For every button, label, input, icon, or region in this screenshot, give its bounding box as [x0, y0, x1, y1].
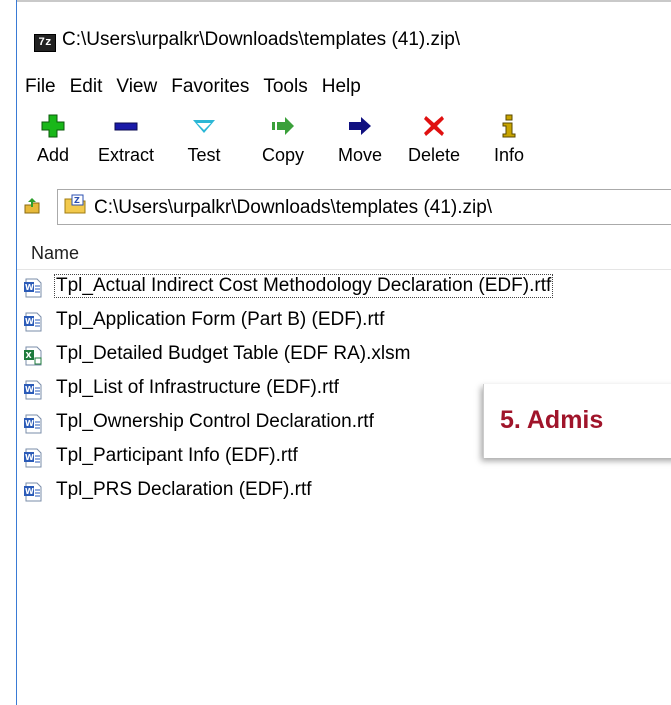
add-label: Add: [36, 145, 70, 165]
svg-text:Z: Z: [74, 196, 80, 205]
svg-text:W: W: [25, 487, 34, 496]
file-name: Tpl_Detailed Budget Table (EDF RA).xlsm: [56, 343, 411, 364]
excel-doc-icon: X: [24, 346, 42, 366]
list-item[interactable]: W Tpl_Application Form (Part B) (EDF).rt…: [17, 304, 671, 338]
test-button[interactable]: Test: [179, 106, 229, 178]
list-item[interactable]: W Tpl_Actual Indirect Cost Methodology D…: [17, 270, 671, 304]
delete-button[interactable]: Delete: [399, 106, 469, 178]
menu-help[interactable]: Help: [316, 72, 369, 102]
svg-text:W: W: [25, 419, 34, 428]
info-icon: [502, 114, 516, 138]
test-label: Test: [187, 145, 221, 165]
background-window-fragment: 5. Admis: [483, 384, 671, 458]
address-bar: Z C:\Users\urpalkr\Downloads\templates (…: [17, 188, 671, 225]
word-doc-icon: W: [24, 312, 42, 332]
menu-tools[interactable]: Tools: [257, 72, 315, 102]
name-column-header[interactable]: Name: [17, 235, 671, 270]
extract-label: Extract: [97, 145, 154, 165]
move-arrow-icon: [349, 117, 371, 135]
path-text: C:\Users\urpalkr\Downloads\templates (41…: [94, 197, 493, 218]
word-doc-icon: W: [24, 448, 42, 468]
plus-icon: [41, 114, 65, 138]
menu-file[interactable]: File: [17, 72, 64, 102]
delete-x-icon: [424, 116, 444, 136]
move-label: Move: [337, 145, 382, 165]
menu-view[interactable]: View: [110, 72, 165, 102]
zip-folder-icon: Z: [64, 194, 86, 214]
background-heading-text: 5. Admis: [500, 406, 604, 434]
svg-text:W: W: [25, 385, 34, 394]
list-item[interactable]: W Tpl_PRS Declaration (EDF).rtf: [17, 474, 671, 508]
file-name: Tpl_PRS Declaration (EDF).rtf: [56, 479, 312, 500]
word-doc-icon: W: [24, 278, 42, 298]
svg-text:W: W: [25, 283, 34, 292]
copy-arrow-icon: [272, 117, 294, 135]
file-name: Tpl_Actual Indirect Cost Methodology Dec…: [53, 274, 554, 298]
file-name: Tpl_List of Infrastructure (EDF).rtf: [56, 377, 339, 398]
word-doc-icon: W: [24, 380, 42, 400]
menu-edit[interactable]: Edit: [64, 72, 111, 102]
minus-icon: [114, 122, 138, 131]
svg-text:W: W: [25, 317, 34, 326]
copy-button[interactable]: Copy: [253, 106, 313, 178]
add-button[interactable]: Add: [27, 106, 79, 178]
file-name: Tpl_Application Form (Part B) (EDF).rtf: [56, 309, 385, 330]
app-7z-icon: 7z: [34, 34, 56, 52]
window-title: C:\Users\urpalkr\Downloads\templates (41…: [62, 29, 461, 50]
menu-favorites[interactable]: Favorites: [165, 72, 257, 102]
name-column-label: Name: [31, 243, 80, 263]
move-button[interactable]: Move: [325, 106, 395, 178]
path-field[interactable]: Z C:\Users\urpalkr\Downloads\templates (…: [57, 189, 671, 225]
delete-label: Delete: [407, 145, 461, 165]
file-name: Tpl_Ownership Control Declaration.rtf: [56, 411, 374, 432]
checkmark-icon: [193, 120, 215, 133]
folder-up-icon[interactable]: [23, 197, 41, 215]
info-button[interactable]: Info: [487, 106, 531, 178]
list-item[interactable]: X Tpl_Detailed Budget Table (EDF RA).xls…: [17, 338, 671, 372]
copy-label: Copy: [261, 145, 305, 165]
svg-text:X: X: [26, 351, 33, 360]
file-name: Tpl_Participant Info (EDF).rtf: [56, 445, 298, 466]
menu-bar: File Edit View Favorites Tools Help: [17, 72, 369, 102]
info-label: Info: [493, 145, 525, 165]
word-doc-icon: W: [24, 482, 42, 502]
word-doc-icon: W: [24, 414, 42, 434]
svg-text:W: W: [25, 453, 34, 462]
extract-button[interactable]: Extract: [89, 106, 163, 178]
